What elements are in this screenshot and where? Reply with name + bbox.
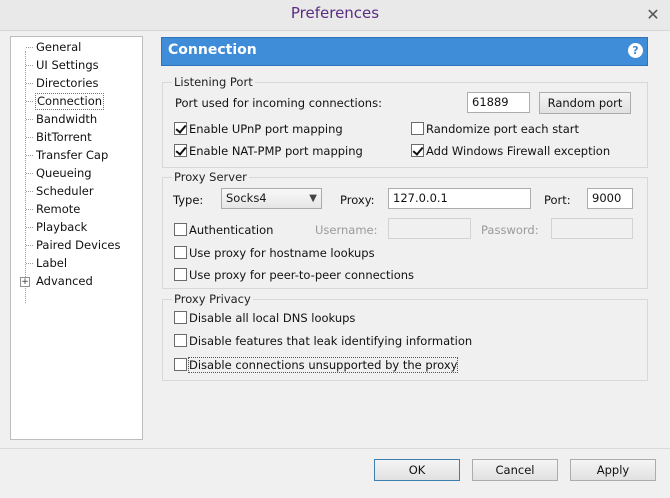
- password-label: Password:: [481, 223, 539, 237]
- sidebar-item-remote[interactable]: Remote: [35, 201, 81, 218]
- proxy-port-label: Port:: [544, 193, 571, 207]
- upnp-checkbox[interactable]: [174, 122, 187, 135]
- expand-plus-icon[interactable]: +: [20, 277, 30, 287]
- tree-connector: [26, 119, 33, 120]
- sidebar-item-bandwidth[interactable]: Bandwidth: [35, 111, 98, 128]
- group-label: Proxy Privacy: [172, 292, 253, 306]
- tree-connector: [26, 245, 33, 246]
- username-input: [388, 218, 471, 239]
- group-label: Listening Port: [172, 75, 255, 89]
- hostname-lookups-checkbox[interactable]: [174, 246, 187, 259]
- tree-connector: [26, 263, 33, 264]
- incoming-port-input[interactable]: 61889: [467, 92, 530, 113]
- title-bar: Preferences ✕: [0, 0, 670, 31]
- cancel-button[interactable]: Cancel: [472, 459, 558, 481]
- firewall-exception-checkbox[interactable]: [411, 144, 424, 157]
- proxy-type-select[interactable]: Socks4 ▼: [221, 188, 322, 209]
- natpmp-label[interactable]: Enable NAT-PMP port mapping: [189, 144, 363, 158]
- tree-connector: [25, 51, 26, 303]
- disable-dns-label[interactable]: Disable all local DNS lookups: [189, 311, 355, 325]
- sidebar-item-bittorrent[interactable]: BitTorrent: [35, 129, 93, 146]
- disable-leak-checkbox[interactable]: [174, 334, 187, 347]
- proxy-host-input[interactable]: 127.0.0.1: [388, 188, 531, 209]
- apply-button[interactable]: Apply: [570, 459, 656, 481]
- group-label: Proxy Server: [172, 170, 249, 184]
- randomize-port-checkbox[interactable]: [411, 122, 424, 135]
- sidebar-item-directories[interactable]: Directories: [35, 75, 99, 92]
- tree-connector: [26, 65, 33, 66]
- authentication-checkbox[interactable]: [174, 223, 187, 236]
- page-title: Connection: [168, 42, 257, 58]
- proxy-port-input[interactable]: 9000: [587, 188, 633, 209]
- randomize-port-label[interactable]: Randomize port each start: [426, 122, 579, 136]
- tree-connector: [26, 137, 33, 138]
- upnp-label[interactable]: Enable UPnP port mapping: [189, 122, 343, 136]
- tree-connector: [26, 101, 33, 102]
- sidebar-item-transfer-cap[interactable]: Transfer Cap: [35, 147, 109, 164]
- tree-connector: [26, 191, 33, 192]
- window-title: Preferences: [290, 4, 380, 22]
- disable-dns-checkbox[interactable]: [174, 311, 187, 324]
- tree-connector: [26, 173, 33, 174]
- authentication-label[interactable]: Authentication: [189, 223, 273, 237]
- proxy-host-label: Proxy:: [340, 193, 375, 207]
- close-icon[interactable]: ✕: [644, 6, 662, 24]
- tree-connector: [26, 47, 33, 48]
- sidebar-item-label[interactable]: Label: [35, 255, 68, 272]
- sidebar-item-ui-settings[interactable]: UI Settings: [35, 57, 100, 74]
- disable-unsupported-checkbox[interactable]: [174, 358, 187, 371]
- sidebar-item-connection[interactable]: Connection: [35, 93, 105, 110]
- hostname-lookups-label[interactable]: Use proxy for hostname lookups: [189, 246, 375, 260]
- chevron-down-icon: ▼: [309, 193, 317, 204]
- tree-connector: [26, 155, 33, 156]
- random-port-button[interactable]: Random port: [539, 92, 631, 114]
- tree-connector: [26, 83, 33, 84]
- natpmp-checkbox[interactable]: [174, 144, 187, 157]
- sidebar-item-advanced[interactable]: Advanced: [35, 273, 94, 290]
- proxy-type-value: Socks4: [226, 191, 267, 205]
- disable-leak-label[interactable]: Disable features that leak identifying i…: [189, 334, 472, 348]
- p2p-proxy-label[interactable]: Use proxy for peer-to-peer connections: [189, 268, 414, 282]
- disable-unsupported-label[interactable]: Disable connections unsupported by the p…: [187, 357, 459, 373]
- sidebar-item-queueing[interactable]: Queueing: [35, 165, 93, 182]
- sidebar-item-scheduler[interactable]: Scheduler: [35, 183, 95, 200]
- footer-divider: [0, 448, 670, 449]
- username-label: Username:: [315, 223, 378, 237]
- sidebar-item-paired-devices[interactable]: Paired Devices: [35, 237, 122, 254]
- incoming-port-label: Port used for incoming connections:: [175, 96, 382, 110]
- help-icon[interactable]: ?: [628, 43, 643, 58]
- ok-button[interactable]: OK: [374, 459, 460, 481]
- p2p-proxy-checkbox[interactable]: [174, 268, 187, 281]
- sidebar-item-general[interactable]: General: [35, 39, 82, 56]
- category-tree[interactable]: General UI Settings Directories Connecti…: [10, 36, 143, 440]
- page-header: Connection ?: [161, 37, 648, 66]
- tree-connector: [26, 209, 33, 210]
- tree-connector: [26, 227, 33, 228]
- password-input: [551, 218, 633, 239]
- proxy-type-label: Type:: [173, 193, 204, 207]
- firewall-exception-label[interactable]: Add Windows Firewall exception: [426, 144, 610, 158]
- sidebar-item-playback[interactable]: Playback: [35, 219, 88, 236]
